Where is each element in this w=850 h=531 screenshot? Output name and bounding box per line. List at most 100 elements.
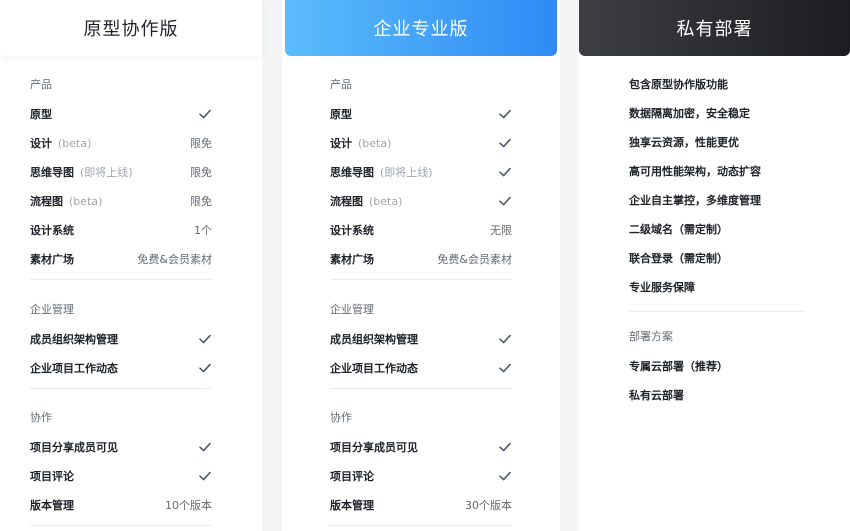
feature-row: 项目分享成员可见 [30, 439, 212, 455]
feature-label: 版本管理 [30, 499, 74, 512]
feature-label-wrap: 流程图 (beta) [30, 193, 102, 209]
feature-row: 企业项目工作动态 [30, 360, 212, 376]
feature-label-wrap: 成员组织架构管理 [330, 331, 418, 347]
feature-label: 项目评论 [30, 470, 74, 483]
feature-label: 企业项目工作动态 [330, 362, 418, 375]
feature-label-wrap: 素材广场 [30, 251, 74, 267]
private-feature: 数据隔离加密，安全稳定 [629, 107, 750, 120]
checkmark-icon [199, 363, 211, 373]
feature-value: 限免 [190, 195, 212, 208]
feature-row: 设计系统 1个 [30, 222, 212, 238]
feature-label: 素材广场 [30, 253, 74, 266]
feature-label: 项目分享成员可见 [330, 441, 418, 454]
feature-value: 1个 [194, 224, 212, 237]
deploy-option: 专属云部署（推荐） [629, 360, 728, 373]
deploy-option: 私有云部署 [629, 389, 684, 402]
private-feature: 专业服务保障 [629, 281, 695, 294]
feature-row: 设计系统 无限 [330, 222, 512, 238]
feature-label-wrap: 企业项目工作动态 [30, 360, 118, 376]
feature-label-wrap: 思维导图 (即将上线) [330, 164, 433, 180]
feature-row: 思维导图 (即将上线) 限免 [30, 164, 212, 180]
plan-card-prototype: 原型协作版 产品 原型 设计 (beta) 限免 思维导图 (即将上线) 限免 流程图 (beta… [0, 0, 262, 531]
feature-label: 成员组织架构管理 [30, 333, 118, 346]
feature-label: 思维导图 [30, 166, 74, 179]
feature-value: 免费&会员素材 [137, 253, 212, 266]
feature-label: 思维导图 [330, 166, 374, 179]
section-divider [30, 279, 212, 280]
feature-label: 项目评论 [330, 470, 374, 483]
checkmark-icon [499, 334, 511, 344]
feature-row: 原型 [330, 106, 512, 122]
section-divider [30, 388, 212, 389]
checkmark-icon [199, 442, 211, 452]
feature-label-wrap: 设计 (beta) [330, 135, 391, 151]
section-title: 协作 [330, 411, 352, 424]
section-title: 部署方案 [629, 330, 673, 343]
feature-label: 素材广场 [330, 253, 374, 266]
section-divider [629, 311, 804, 312]
feature-row: 原型 [30, 106, 212, 122]
feature-note: (beta) [358, 137, 392, 150]
checkmark-icon [499, 363, 511, 373]
section-divider [330, 388, 512, 389]
feature-row: 项目评论 [30, 468, 212, 484]
feature-row: 流程图 (beta) 限免 [30, 193, 212, 209]
feature-row: 素材广场 免费&会员素材 [30, 251, 212, 267]
feature-label-wrap: 成员组织架构管理 [30, 331, 118, 347]
feature-label-wrap: 企业项目工作动态 [330, 360, 418, 376]
feature-value: 10个版本 [165, 499, 212, 512]
section-title: 协作 [30, 411, 52, 424]
feature-row: 成员组织架构管理 [30, 331, 212, 347]
checkmark-icon [199, 109, 211, 119]
checkmark-icon [199, 471, 211, 481]
feature-label-wrap: 项目分享成员可见 [30, 439, 118, 455]
feature-note: (beta) [369, 195, 403, 208]
private-feature: 企业自主掌控，多维度管理 [629, 194, 761, 207]
feature-row: 素材广场 免费&会员素材 [330, 251, 512, 267]
checkmark-icon [499, 442, 511, 452]
section-divider [330, 525, 512, 526]
private-feature: 联合登录（需定制） [629, 252, 728, 265]
section-title: 企业管理 [330, 303, 374, 316]
feature-label: 成员组织架构管理 [330, 333, 418, 346]
feature-label: 原型 [330, 108, 352, 121]
feature-label: 设计系统 [330, 224, 374, 237]
feature-label-wrap: 版本管理 [330, 497, 374, 513]
feature-label-wrap: 项目评论 [330, 468, 374, 484]
feature-label: 设计 [330, 137, 352, 150]
checkmark-icon [499, 471, 511, 481]
feature-label-wrap: 原型 [30, 106, 52, 122]
private-feature: 独享云资源，性能更优 [629, 136, 739, 149]
feature-row: 设计 (beta) [330, 135, 512, 151]
feature-label-wrap: 版本管理 [30, 497, 74, 513]
private-feature: 二级域名（需定制） [629, 223, 728, 236]
feature-label-wrap: 思维导图 (即将上线) [30, 164, 133, 180]
checkmark-icon [499, 138, 511, 148]
plan-title: 私有部署 [579, 0, 850, 56]
feature-label-wrap: 流程图 (beta) [330, 193, 402, 209]
feature-value: 限免 [190, 137, 212, 150]
feature-label: 项目分享成员可见 [30, 441, 118, 454]
plan-title: 原型协作版 [0, 0, 262, 56]
private-feature: 高可用性能架构，动态扩容 [629, 165, 761, 178]
checkmark-icon [499, 109, 511, 119]
section-divider [330, 279, 512, 280]
feature-row: 版本管理 30个版本 [330, 497, 512, 513]
feature-label: 设计系统 [30, 224, 74, 237]
section-title: 企业管理 [30, 303, 74, 316]
feature-value: 无限 [490, 224, 512, 237]
feature-row: 成员组织架构管理 [330, 331, 512, 347]
feature-note: (即将上线) [380, 166, 433, 179]
feature-label-wrap: 项目分享成员可见 [330, 439, 418, 455]
feature-label-wrap: 原型 [330, 106, 352, 122]
feature-row: 项目评论 [330, 468, 512, 484]
section-title: 产品 [30, 78, 52, 91]
feature-row: 企业项目工作动态 [330, 360, 512, 376]
feature-label-wrap: 设计 (beta) [30, 135, 91, 151]
feature-note: (即将上线) [80, 166, 133, 179]
checkmark-icon [499, 196, 511, 206]
feature-row: 设计 (beta) 限免 [30, 135, 212, 151]
feature-label-wrap: 项目评论 [30, 468, 74, 484]
feature-value: 30个版本 [465, 499, 512, 512]
feature-label: 企业项目工作动态 [30, 362, 118, 375]
